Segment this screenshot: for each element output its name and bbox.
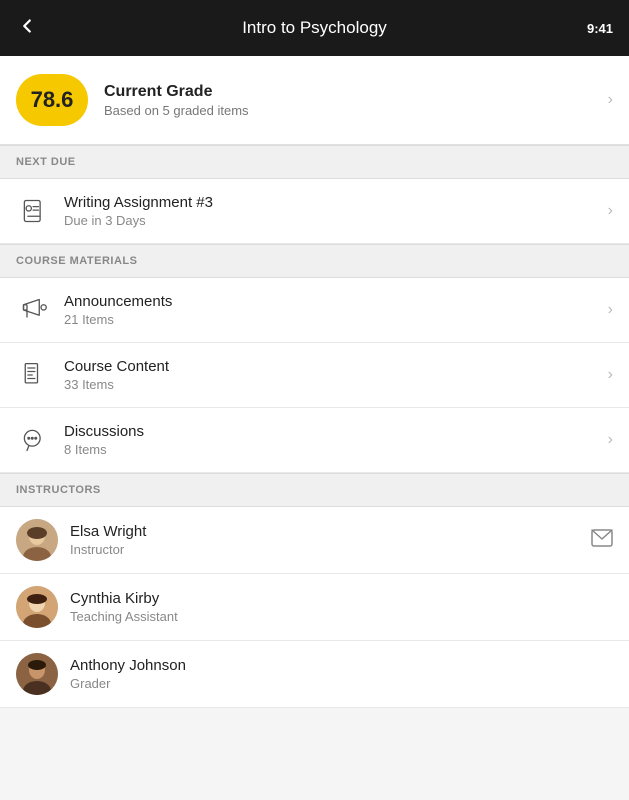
next-due-section-header: NEXT DUE (0, 145, 629, 179)
grade-card[interactable]: 78.6 Current Grade Based on 5 graded ite… (0, 56, 629, 145)
instructor-name-elsa: Elsa Wright (70, 523, 591, 540)
clock: 9:41 (587, 21, 613, 36)
instructor-role-cynthia: Teaching Assistant (70, 609, 613, 624)
course-content-item[interactable]: Course Content 33 Items › (0, 343, 629, 408)
chevron-right-icon: › (608, 431, 613, 449)
next-due-item[interactable]: Writing Assignment #3 Due in 3 Days › (0, 179, 629, 244)
instructor-text-cynthia: Cynthia Kirby Teaching Assistant (70, 590, 613, 624)
grade-bubble: 78.6 (16, 74, 88, 126)
discussions-subtitle: 8 Items (64, 442, 608, 457)
course-content-title: Course Content (64, 358, 608, 375)
instructor-item-elsa: Elsa Wright Instructor (0, 507, 629, 574)
next-due-title: Writing Assignment #3 (64, 194, 608, 211)
discussions-text: Discussions 8 Items (64, 423, 608, 457)
announcements-subtitle: 21 Items (64, 312, 608, 327)
status-bar: 9:41 (587, 21, 613, 36)
discussions-title: Discussions (64, 423, 608, 440)
avatar-anthony (16, 653, 58, 695)
instructor-text-anthony: Anthony Johnson Grader (70, 657, 613, 691)
announcements-text: Announcements 21 Items (64, 293, 608, 327)
instructor-item-anthony: Anthony Johnson Grader (0, 641, 629, 708)
grade-title: Current Grade (104, 83, 608, 101)
next-due-subtitle: Due in 3 Days (64, 213, 608, 228)
mail-icon[interactable] (591, 529, 613, 552)
header-title: Intro to Psychology (242, 18, 387, 38)
announcements-item[interactable]: Announcements 21 Items › (0, 278, 629, 343)
course-content-icon (16, 357, 52, 393)
instructor-text-elsa: Elsa Wright Instructor (70, 523, 591, 557)
course-content-subtitle: 33 Items (64, 377, 608, 392)
avatar-elsa (16, 519, 58, 561)
discussions-item[interactable]: Discussions 8 Items › (0, 408, 629, 473)
instructor-item-cynthia: Cynthia Kirby Teaching Assistant (0, 574, 629, 641)
grade-subtitle: Based on 5 graded items (104, 103, 608, 118)
discussions-icon (16, 422, 52, 458)
chevron-right-icon: › (608, 91, 613, 109)
instructor-role-anthony: Grader (70, 676, 613, 691)
announcements-icon (16, 292, 52, 328)
instructor-role-elsa: Instructor (70, 542, 591, 557)
announcements-title: Announcements (64, 293, 608, 310)
instructor-name-cynthia: Cynthia Kirby (70, 590, 613, 607)
chevron-right-icon: › (608, 366, 613, 384)
next-due-text: Writing Assignment #3 Due in 3 Days (64, 194, 608, 228)
instructors-section-header: INSTRUCTORS (0, 473, 629, 507)
chevron-right-icon: › (608, 202, 613, 220)
chevron-right-icon: › (608, 301, 613, 319)
header: Intro to Psychology 9:41 (0, 0, 629, 56)
course-materials-section-header: COURSE MATERIALS (0, 244, 629, 278)
grade-info: Current Grade Based on 5 graded items (104, 83, 608, 118)
assignment-icon (16, 193, 52, 229)
back-button[interactable] (16, 15, 38, 41)
instructor-name-anthony: Anthony Johnson (70, 657, 613, 674)
course-content-text: Course Content 33 Items (64, 358, 608, 392)
avatar-cynthia (16, 586, 58, 628)
